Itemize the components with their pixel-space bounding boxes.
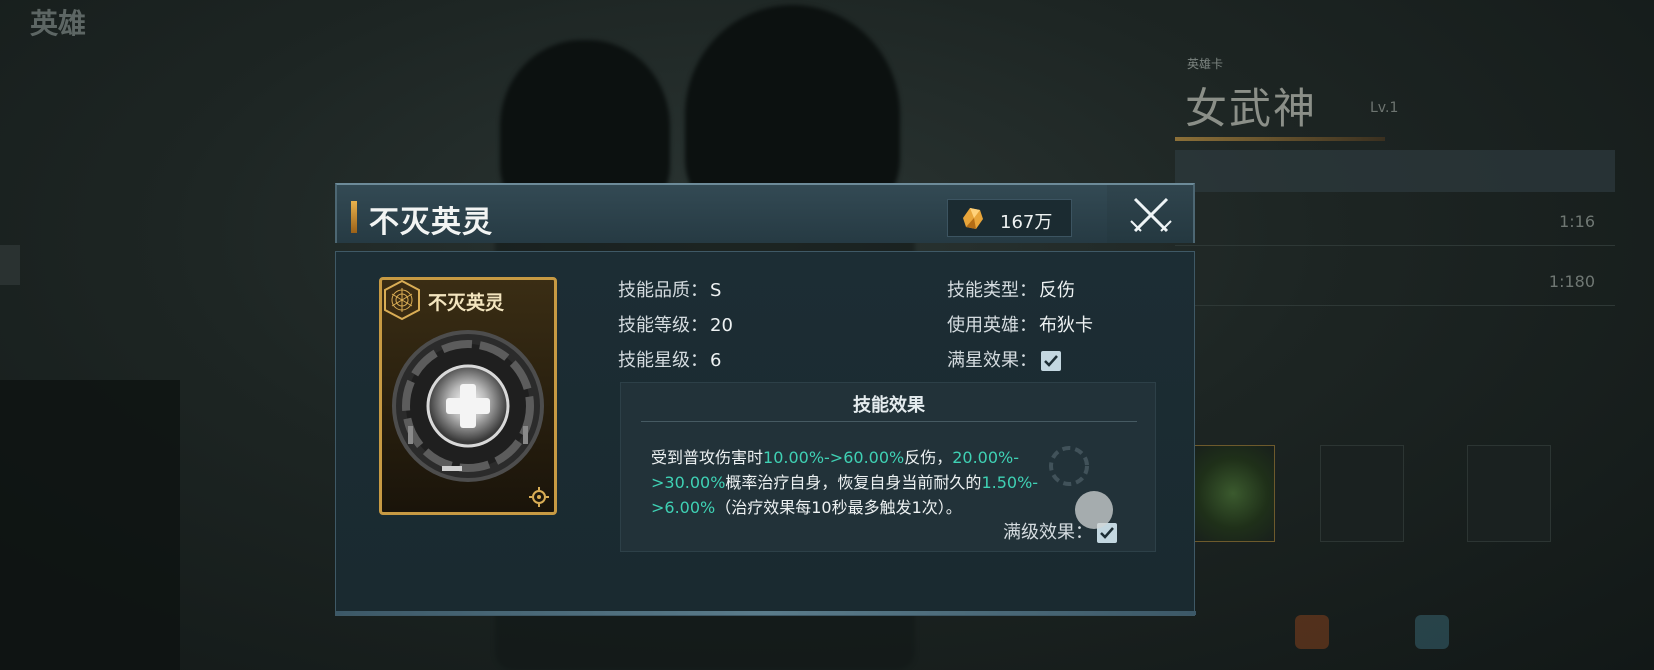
- skill-hero: 使用英雄： 布狄卡: [947, 311, 1093, 337]
- dialog-header: 不灭英灵 167万: [335, 183, 1107, 243]
- skill-type-value: 反伤: [1039, 280, 1075, 301]
- bottom-action-icon[interactable]: [1415, 615, 1449, 649]
- skill-type: 技能类型： 反伤: [947, 276, 1075, 302]
- currency-value: 167万: [1000, 212, 1053, 233]
- skill-star: 技能星级： 6: [618, 346, 721, 372]
- hero-stat-row: 1:16: [1175, 200, 1615, 246]
- full-level-label: 满级效果：: [1003, 522, 1093, 543]
- hero-info-panel: 英雄卡 女武神 Lv.1 1:16 1:180: [1175, 55, 1615, 649]
- dialog-title: 不灭英灵: [369, 205, 493, 240]
- skill-level: 技能等级： 20: [618, 311, 733, 337]
- skill-star-label: 技能星级：: [618, 350, 708, 371]
- skill-slot-equipped[interactable]: [1191, 445, 1275, 542]
- gold-crystal-icon: [963, 208, 983, 229]
- skill-slot-empty[interactable]: [1320, 445, 1404, 542]
- hero-subtitle: 英雄卡: [1187, 57, 1224, 71]
- bottom-action-icon[interactable]: [1295, 615, 1329, 649]
- touch-indicator: [1075, 491, 1113, 529]
- full-star-checkbox[interactable]: [1041, 351, 1061, 371]
- skill-star-value: 6: [710, 350, 722, 371]
- screen-title: 英雄: [30, 7, 87, 40]
- hexagon-emblem-icon: [384, 280, 420, 321]
- effect-text-part: 反伤，: [904, 448, 953, 467]
- effect-text-part: （治疗效果每10秒最多触发1次）。: [715, 498, 962, 517]
- dialog-bottom-edge: [336, 611, 1196, 615]
- effect-title: 技能效果: [853, 395, 925, 416]
- close-button[interactable]: [1107, 183, 1195, 243]
- hero-name: 女武神: [1185, 84, 1318, 133]
- effect-description: 受到普攻伤害时10.00%->60.00%反伤，20.00%->30.00%概率…: [651, 445, 1091, 518]
- hero-level: Lv.1: [1370, 100, 1399, 116]
- skill-level-value: 20: [710, 315, 733, 336]
- effect-divider: [641, 421, 1137, 422]
- hero-name-underline: [1175, 137, 1385, 141]
- full-star-effect: 满星效果：: [947, 346, 1061, 372]
- skill-quality-label: 技能品质：: [618, 280, 708, 301]
- skill-quality: 技能品质： S: [618, 276, 721, 302]
- hero-stat-value: 1:16: [1559, 212, 1595, 231]
- background-left-tab: [0, 245, 20, 285]
- effect-highlight: 10.00%->60.00%: [763, 448, 905, 467]
- checkmark-icon: [1044, 355, 1058, 367]
- currency-display: 167万: [947, 199, 1072, 237]
- skill-effect-panel: 技能效果 受到普攻伤害时10.00%->60.00%反伤，20.00%->30.…: [620, 382, 1156, 552]
- gear-icon: [529, 487, 549, 507]
- full-star-label: 满星效果：: [947, 350, 1037, 371]
- title-accent-bar: [351, 201, 357, 233]
- skill-slot-empty[interactable]: [1467, 445, 1551, 542]
- skill-detail-dialog: 不灭英灵 167万 不灭英灵 技能品质： S 技能等级： 20 技能星级： 6 …: [335, 183, 1196, 616]
- hero-stat-value: 1:180: [1548, 272, 1595, 291]
- dialog-body: 不灭英灵 技能品质： S 技能等级： 20 技能星级： 6 技能类型： 反伤 使…: [335, 251, 1196, 616]
- background-left-shadow: [0, 380, 180, 670]
- hero-stat-row: 1:180: [1175, 260, 1615, 306]
- skill-card-name: 不灭英灵: [428, 292, 505, 314]
- crossed-swords-close-icon: [1130, 197, 1172, 233]
- skill-card: 不灭英灵: [379, 277, 557, 515]
- skill-level-label: 技能等级：: [618, 315, 708, 336]
- effect-text-part: 受到普攻伤害时: [651, 448, 764, 467]
- heal-cross-orb-icon: [392, 330, 544, 482]
- skill-hero-value: 布狄卡: [1039, 315, 1093, 336]
- skill-hero-label: 使用英雄：: [947, 315, 1037, 336]
- effect-text-part: 概率治疗自身，恢复自身当前耐久的: [725, 473, 982, 492]
- hero-info-bar: [1175, 150, 1615, 192]
- skill-type-label: 技能类型：: [947, 280, 1037, 301]
- skill-quality-value: S: [710, 280, 722, 301]
